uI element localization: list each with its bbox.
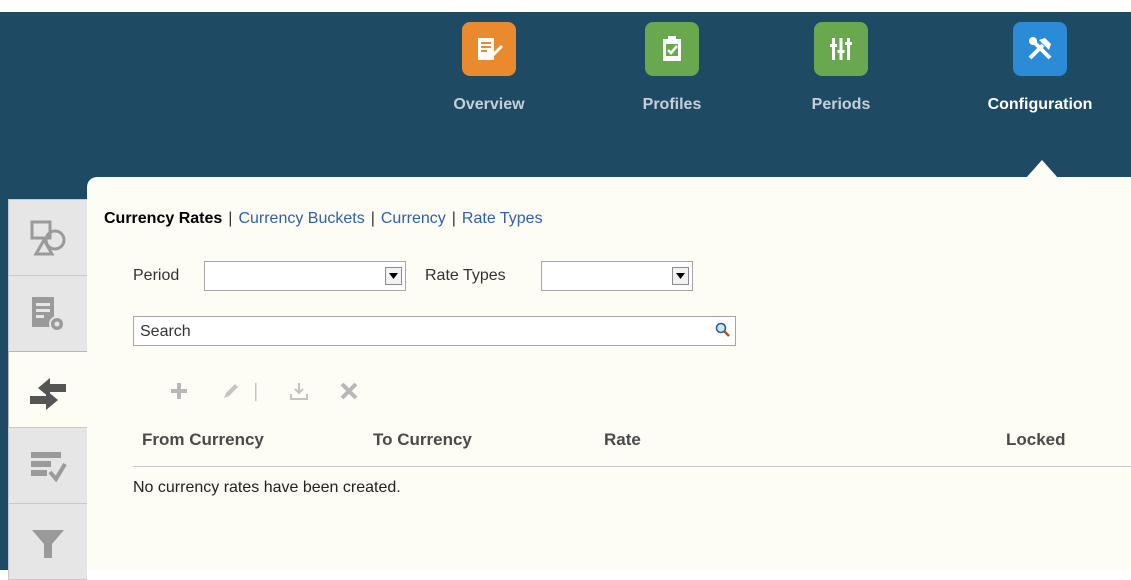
nav-configuration[interactable]: Configuration [972,12,1108,114]
overview-icon [462,22,516,76]
shapes-icon [30,220,66,255]
nav-periods-label: Periods [811,96,871,113]
periods-icon [814,22,868,76]
side-tab-report[interactable] [8,427,87,504]
nav-overview[interactable]: Overview [424,12,554,114]
subnav-currency-buckets[interactable]: Currency Buckets [238,210,364,227]
subnav-separator: | [370,210,375,227]
period-select[interactable] [204,261,406,291]
column-header-to-currency[interactable]: To Currency [373,430,472,450]
edit-icon [224,384,238,398]
period-label: Period [133,267,180,284]
import-icon [290,383,308,400]
subnav-separator: | [228,210,233,227]
nav-configuration-label: Configuration [987,96,1093,113]
add-button[interactable] [168,380,190,407]
import-button[interactable] [288,380,310,407]
subnav: Currency Rates | Currency Buckets | Currency… [104,210,543,228]
rate-types-select[interactable] [541,261,693,291]
exchange-arrows-icon [30,377,66,410]
add-icon [171,383,187,399]
toolbar-divider [254,381,258,408]
column-header-locked[interactable]: Locked [1006,430,1066,450]
nav-overview-label: Overview [453,96,525,113]
side-tab-form-settings[interactable] [8,275,87,352]
search-input[interactable] [138,320,702,344]
chevron-down-icon[interactable] [672,267,689,285]
side-tab-bar [0,199,87,580]
delete-button[interactable] [338,380,360,407]
edit-button[interactable] [220,380,242,407]
rate-types-label: Rate Types [425,267,506,284]
profiles-icon [645,22,699,76]
nav-periods[interactable]: Periods [776,12,906,114]
configuration-icon [1013,22,1067,76]
search-box [133,316,736,346]
delete-icon [340,382,358,400]
search-icon[interactable] [715,322,731,343]
filter-icon [32,529,64,558]
nav-profiles[interactable]: Profiles [607,12,737,114]
subnav-separator: | [451,210,456,227]
nav-profiles-label: Profiles [642,96,702,113]
form-settings-icon [32,296,65,332]
side-tab-exchange[interactable] [8,351,87,428]
subnav-currency-rates[interactable]: Currency Rates [104,210,222,227]
subnav-rate-types[interactable]: Rate Types [462,210,543,227]
content-panel [87,177,1131,570]
subnav-currency[interactable]: Currency [381,210,446,227]
empty-table-message: No currency rates have been created. [133,479,401,496]
column-header-rate[interactable]: Rate [604,430,641,450]
column-header-from-currency[interactable]: From Currency [142,430,264,450]
active-tab-pointer [1026,160,1058,178]
table-header-divider [133,466,1131,467]
side-tab-filter[interactable] [8,503,87,580]
report-check-icon [31,451,67,482]
side-tab-shapes[interactable] [8,199,87,276]
chevron-down-icon[interactable] [385,267,402,285]
